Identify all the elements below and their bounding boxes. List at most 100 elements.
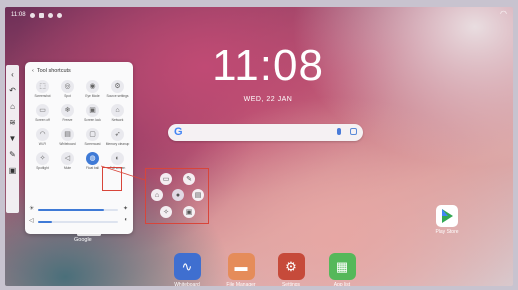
play-store-icon[interactable] [436,205,458,227]
shield-icon[interactable]: ▼ [8,133,17,145]
google-search-bar[interactable]: G [168,124,363,141]
brightness-slider[interactable]: ☀ ✦ [29,205,128,212]
dock-app-label: File Manager [226,282,256,286]
google-widget-bar[interactable] [77,233,101,236]
settings-app-icon[interactable]: ⚙ [277,253,305,280]
home-screen: 11:08 ◠ 11:08 WED, 22 JAN G ‹ ↶ ⌂ ≋ ▼ ✎ … [5,7,513,286]
status-bar: 11:08 [11,10,62,20]
dock-app[interactable]: ▬ File Manager [223,253,259,286]
screenshot-float-icon[interactable]: ▣ [183,206,195,218]
light-icon: ✧ [36,152,49,165]
shortcut-tile[interactable]: ◎ Spot [55,80,80,104]
whiteboard-app-icon[interactable]: ∿ [173,253,201,280]
dock-app-label: Settings [281,282,301,286]
volume-track[interactable] [38,221,118,223]
volume-icon: ◁ [29,218,34,224]
shortcut-label: Spotlight [36,166,49,170]
lock-icon: ▣ [86,104,99,117]
shortcut-grid: ⬚ Screenshot ◎ Spot ◉ Eye Mode ⚙ Source setting… [30,80,130,176]
target-icon[interactable]: ✧ [160,206,172,218]
shortcut-tile[interactable]: ▢ Screencast [80,128,105,152]
play-store-app[interactable]: Play Store [427,205,467,235]
dock-app-label: Whiteboard [174,282,200,286]
shortcut-label: Wi-Fi [38,142,47,146]
shortcut-tile[interactable]: ▭ Screen off [30,104,55,128]
back-chevron-icon[interactable]: ‹ [32,68,34,74]
shortcut-label: Freeze [62,118,73,122]
home-icon[interactable]: ⌂ [8,101,17,113]
float-ball-menu: ▭ ✎ ⌂ ● ▤ ✧ ▣ [145,168,209,224]
home-float-icon[interactable]: ⌂ [151,189,163,201]
shortcut-tile[interactable]: ⚙ Source settings [105,80,130,104]
side-toolbar: ‹ ↶ ⌂ ≋ ▼ ✎ ▣ [6,65,19,213]
battery-status-icon [38,12,44,18]
screenshot-icon: ⬚ [36,80,49,93]
back-icon[interactable]: ↶ [8,85,17,97]
shortcut-label: Spot [64,94,71,98]
tool-shortcuts-panel: ‹ Tool shortcuts ⬚ Screenshot ◎ Spot ◉ Eye Mod… [25,62,133,234]
wifi-icon: ◠ [36,128,49,141]
whiteboard-icon: ▤ [61,128,74,141]
dock-app[interactable]: ▦ App list [324,253,360,286]
shortcut-tile[interactable]: ⌂ Network [105,104,130,128]
shortcut-tile[interactable]: ⬚ Screenshot [30,80,55,104]
shortcut-label: Screenshot [34,94,51,98]
volume-fill [38,221,53,223]
mic-icon[interactable] [337,128,341,135]
brightness-fill [38,209,104,211]
expand-icon[interactable]: ‹ [8,69,17,81]
brightness-track[interactable] [38,209,118,211]
shortcut-label: Float ball [86,166,99,170]
brightness-icon: ☀ [29,206,35,212]
google-logo-icon: G [174,126,183,138]
shortcut-tile[interactable]: ◉ Eye Mode [80,80,105,104]
shortcut-label: Whiteboard [59,142,76,146]
panel-header[interactable]: ‹ Tool shortcuts [32,68,71,74]
shortcut-tile[interactable]: ◁ Mute [55,152,80,176]
app-list-icon[interactable]: ▦ [328,253,356,280]
chat-icon[interactable]: ▤ [192,189,204,201]
volume-slider[interactable]: ◁ ◐ [29,217,128,224]
dock-app[interactable]: ∿ Whiteboard [169,253,205,286]
shortcut-tile[interactable]: ▣ Screen lock [80,104,105,128]
spotlight-icon: ◎ [61,80,74,93]
toolbox-icon[interactable]: ▣ [8,165,17,177]
panel-title: Tool shortcuts [36,68,71,74]
settings-status-icon [29,12,35,18]
eye-mode-icon: ◉ [86,80,99,93]
dock-app-label: App list [333,282,351,286]
camera-icon[interactable]: ▭ [160,173,172,185]
edit-icon[interactable]: ✎ [8,149,17,161]
wifi-status-icon [56,12,62,18]
shortcut-tile[interactable]: ◠ Wi-Fi [30,128,55,152]
wifi-icon[interactable]: ◠ [500,9,507,18]
shortcut-label: Screen lock [84,118,101,122]
screencast-icon: ▢ [86,128,99,141]
folder-app-icon[interactable]: ▬ [227,253,255,280]
shortcut-tile[interactable]: ✧ Spotlight [30,152,55,176]
shortcut-label: Eye Mode [85,94,100,98]
download-status-icon [47,12,53,18]
shortcut-label: Memory cleanup [105,142,130,146]
freeze-icon: ❄ [61,104,74,117]
shortcut-label: Source settings [106,94,129,98]
shortcut-tile[interactable]: ▤ Whiteboard [55,128,80,152]
layers-icon[interactable]: ≋ [8,117,17,129]
lens-icon[interactable] [350,128,357,135]
auto-brightness-icon[interactable]: ✦ [123,205,128,212]
shortcut-label: Screencast [84,142,101,146]
float-ball-icon: ◍ [86,152,99,165]
source-icon: ⚙ [111,80,124,93]
play-accent [442,209,448,216]
float-ball-center-icon[interactable]: ● [172,189,184,201]
shortcut-tile[interactable]: ❄ Freeze [55,104,80,128]
pen-icon[interactable]: ✎ [183,173,195,185]
google-label[interactable]: Google [74,237,92,243]
app-dock: ∿ Whiteboard ▬ File Manager ⚙ Settings ▦ App li… [169,253,369,286]
sound-settings-icon[interactable]: ◐ [124,217,128,223]
status-time: 11:08 [11,12,26,18]
clock-date: WED, 22 JAN [243,96,293,103]
shortcut-tile[interactable]: ➶ Memory cleanup [105,128,130,152]
network-icon: ⌂ [111,104,124,117]
dock-app[interactable]: ⚙ Settings [273,253,309,286]
